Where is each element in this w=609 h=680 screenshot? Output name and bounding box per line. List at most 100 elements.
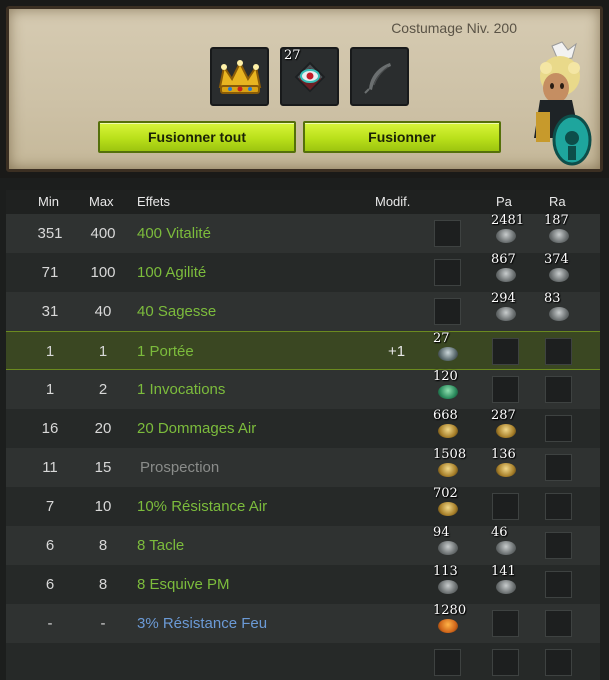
max-value: 15 [94, 459, 112, 476]
min-value: 1 [45, 343, 55, 360]
table-row: 6 8 8 Esquive PM 113 141 [6, 564, 600, 604]
rune-ba-slot[interactable]: 1508 [433, 447, 466, 481]
table-row: 1 1 1 Portée +1 27 [6, 331, 600, 370]
table-row: - - 3% Résistance Feu 1280 [6, 603, 600, 643]
effect-label: 400 Vitalité [137, 225, 211, 242]
rune-ra-empty-slot[interactable] [545, 532, 572, 559]
rune-icon [438, 619, 458, 633]
rune-icon [438, 580, 458, 594]
rune-ba-slot[interactable]: 27 [433, 331, 461, 365]
rune-icon [438, 347, 458, 361]
rune-icon [496, 307, 516, 321]
rune-count: 287 [491, 408, 516, 423]
rune-ra-slot[interactable]: 187 [544, 213, 572, 247]
effect-label: 1 Portée [137, 343, 194, 360]
rune-ra-empty-slot[interactable] [545, 610, 572, 637]
item-slot-rune[interactable]: 27 [280, 47, 339, 106]
rune-pa-slot[interactable]: 294 [491, 291, 519, 325]
rune-count: 187 [544, 213, 569, 228]
rune-ba-empty-slot[interactable] [434, 298, 461, 325]
modif-value: +1 [388, 343, 406, 360]
rune-icon [549, 229, 569, 243]
rune-pa-empty-slot[interactable] [492, 338, 519, 365]
rune-count: 668 [433, 408, 458, 423]
column-pa: Pa [496, 194, 512, 209]
fuse-all-button[interactable]: Fusionner tout [98, 121, 296, 153]
column-effects: Effets [137, 194, 171, 209]
rune-ba-slot[interactable]: 113 [433, 564, 461, 598]
rune-empty-slot[interactable] [492, 649, 519, 676]
rune-pa-empty-slot[interactable] [492, 376, 519, 403]
min-value: 16 [41, 420, 59, 437]
effect-label: 20 Dommages Air [137, 420, 257, 437]
rune-count: 46 [491, 525, 508, 540]
rune-pa-empty-slot[interactable] [492, 610, 519, 637]
rune-count: 2481 [491, 213, 525, 228]
rune-pa-slot[interactable]: 136 [491, 447, 519, 481]
rune-icon [496, 229, 516, 243]
min-value: 71 [41, 264, 59, 281]
feather-icon [363, 62, 391, 94]
max-value: 100 [90, 264, 116, 281]
max-value: 10 [94, 498, 112, 515]
rune-ra-empty-slot[interactable] [545, 454, 572, 481]
rune-icon [496, 268, 516, 282]
min-value: 6 [45, 537, 55, 554]
rune-icon [438, 463, 458, 477]
rune-pa-slot[interactable]: 867 [491, 252, 519, 286]
item-panel: Costumage Niv. 200 27 Fusionner tout Fus… [0, 0, 609, 178]
item-level-label: Costumage Niv. 200 [391, 20, 517, 36]
rune-ra-empty-slot[interactable] [545, 338, 572, 365]
rune-icon [549, 268, 569, 282]
min-value: 31 [41, 303, 59, 320]
min-value: 6 [45, 576, 55, 593]
column-ra: Ra [549, 194, 566, 209]
rune-count: 113 [433, 564, 458, 579]
rune-ba-slot[interactable]: 94 [433, 525, 461, 559]
rune-count: 1280 [433, 603, 467, 618]
column-max: Max [89, 194, 114, 209]
max-value: 8 [98, 537, 108, 554]
rune-count: 1508 [433, 447, 467, 462]
effect-label: Prospection [140, 459, 220, 476]
rune-ra-empty-slot[interactable] [545, 376, 572, 403]
max-value: 40 [94, 303, 112, 320]
rune-count: 27 [433, 331, 450, 346]
rune-count: 702 [433, 486, 458, 501]
item-slot-empty[interactable] [350, 47, 409, 106]
item-slot-count: 27 [284, 48, 301, 63]
table-row: 71 100 100 Agilité 867 374 [6, 252, 600, 292]
max-value: 1 [98, 343, 108, 360]
min-value: 1 [45, 381, 55, 398]
table-row: 6 8 8 Tacle 94 46 [6, 525, 600, 565]
rune-ba-slot[interactable]: 702 [433, 486, 461, 520]
rune-ra-empty-slot[interactable] [545, 415, 572, 442]
fuse-button[interactable]: Fusionner [303, 121, 501, 153]
rune-empty-slot[interactable] [545, 649, 572, 676]
rune-ba-slot[interactable]: 668 [433, 408, 461, 442]
min-value: - [47, 615, 53, 632]
rune-ba-empty-slot[interactable] [434, 220, 461, 247]
rune-ra-empty-slot[interactable] [545, 493, 572, 520]
effect-label: 1 Invocations [137, 381, 226, 398]
rune-pa-slot[interactable]: 2481 [491, 213, 524, 247]
item-slot-crown[interactable] [210, 47, 269, 106]
rune-icon [438, 502, 458, 516]
rune-ba-empty-slot[interactable] [434, 259, 461, 286]
rune-ba-slot[interactable]: 1280 [433, 603, 466, 637]
effects-table: Min Max Effets Modif. Pa Ra 351 400 400 Vi… [6, 190, 600, 680]
rune-pa-slot[interactable]: 141 [491, 564, 519, 598]
min-value: 11 [42, 459, 58, 476]
rune-ra-slot[interactable]: 83 [544, 291, 572, 325]
rune-count: 141 [491, 564, 516, 579]
table-row: 1 2 1 Invocations 120 [6, 369, 600, 409]
effect-label: 8 Tacle [137, 537, 185, 554]
rune-ra-slot[interactable]: 374 [544, 252, 572, 286]
rune-pa-slot[interactable]: 46 [491, 525, 519, 559]
rune-ba-slot[interactable]: 120 [433, 369, 461, 403]
rune-empty-slot[interactable] [434, 649, 461, 676]
rune-pa-slot[interactable]: 287 [491, 408, 519, 442]
rune-icon [496, 541, 516, 555]
rune-ra-empty-slot[interactable] [545, 571, 572, 598]
rune-pa-empty-slot[interactable] [492, 493, 519, 520]
